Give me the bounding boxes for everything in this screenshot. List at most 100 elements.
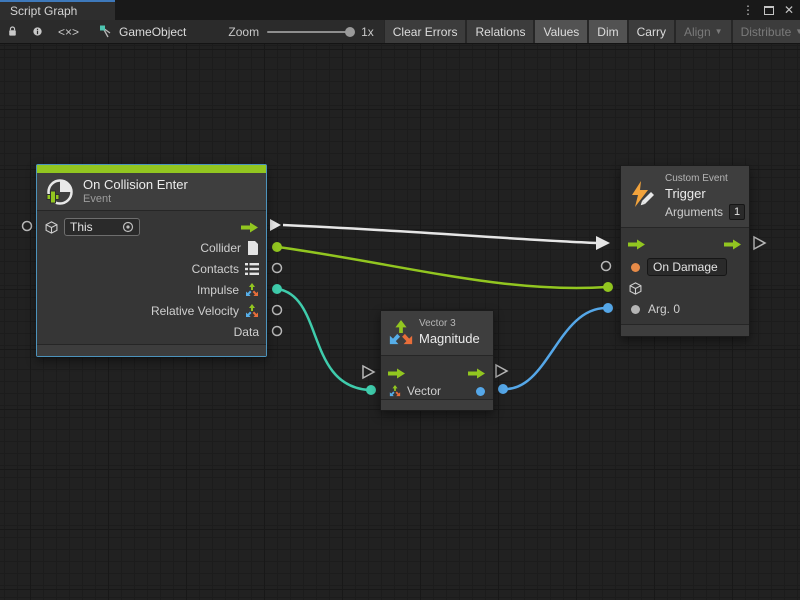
- relations-label: Relations: [475, 25, 525, 39]
- port-data-out[interactable]: [273, 327, 282, 336]
- flow-row: [381, 363, 493, 383]
- chevron-down-icon: ▼: [795, 27, 800, 36]
- value-connection-impulse-to-vector[interactable]: [278, 289, 369, 390]
- port-event-name-in[interactable]: [602, 262, 611, 271]
- event-name-field[interactable]: On Damage: [647, 258, 727, 276]
- port-row-contacts: Contacts: [37, 259, 266, 279]
- arguments-label: Arguments: [665, 205, 723, 219]
- node-footer: [381, 399, 493, 410]
- dim-button[interactable]: Dim: [588, 20, 627, 43]
- port-flow-out-trigger[interactable]: [754, 237, 765, 249]
- event-name-value: On Damage: [653, 260, 718, 274]
- target-object-field[interactable]: This: [64, 218, 140, 236]
- value-connection-magnitude-to-arg0[interactable]: [504, 308, 606, 389]
- vector-input-label: Vector: [407, 384, 441, 398]
- port-row-impulse: Impulse: [37, 280, 266, 300]
- gameobject-cube-icon: [45, 221, 58, 234]
- port-flow-out-collision[interactable]: [270, 219, 281, 231]
- lock-button[interactable]: [0, 20, 25, 43]
- menu-icon[interactable]: ⋮: [742, 3, 754, 17]
- node-trigger-custom-event[interactable]: Custom Event Trigger Arguments 1: [620, 165, 750, 337]
- node-header: Custom Event Trigger Arguments 1: [621, 166, 749, 228]
- distribute-button[interactable]: Distribute ▼: [732, 20, 800, 43]
- carry-label: Carry: [637, 25, 666, 39]
- script-graph-window: Script Graph ⋮ ✕ <×>: [0, 0, 800, 600]
- arg-port-dot[interactable]: [631, 305, 640, 314]
- node-footer: [621, 324, 749, 336]
- arguments-count-value: 1: [734, 206, 740, 218]
- relations-button[interactable]: Relations: [466, 20, 534, 43]
- port-row-data: Data: [37, 322, 266, 342]
- chevron-down-icon: ▼: [715, 27, 723, 36]
- distribute-label: Distribute: [741, 25, 792, 39]
- flow-arrow-icon: [628, 239, 646, 250]
- event-color-bar: [37, 165, 266, 173]
- port-row-relative-velocity: Relative Velocity: [37, 301, 266, 321]
- port-label: Contacts: [192, 262, 239, 276]
- info-icon: [33, 25, 42, 38]
- close-icon[interactable]: ✕: [784, 3, 794, 17]
- port-contacts-out[interactable]: [273, 264, 282, 273]
- zoom-slider[interactable]: [267, 31, 353, 33]
- flow-row: [621, 234, 749, 254]
- node-subtitle: Event: [83, 193, 111, 205]
- target-input-row: This: [37, 217, 266, 237]
- string-port-dot[interactable]: [631, 263, 640, 272]
- node-kind: Vector 3: [419, 318, 456, 329]
- zoom-label: Zoom: [228, 25, 259, 39]
- code-icon: <×>: [58, 25, 79, 39]
- node-header: On Collision Enter Event: [37, 173, 266, 211]
- object-picker-icon[interactable]: [122, 221, 134, 233]
- gameobject-cube-icon: [629, 282, 642, 295]
- port-flow-in-magnitude[interactable]: [363, 366, 374, 378]
- port-arg0-in[interactable]: [603, 303, 613, 313]
- port-impulse-out[interactable]: [272, 284, 282, 294]
- result-port-dot[interactable]: [476, 387, 485, 396]
- port-magnitude-out[interactable]: [498, 384, 508, 394]
- values-button[interactable]: Values: [534, 20, 588, 43]
- gameobject-label: GameObject: [119, 25, 186, 39]
- node-title: Trigger: [665, 186, 706, 201]
- code-preview-button[interactable]: <×>: [50, 20, 87, 43]
- zoom-slider-handle[interactable]: [345, 27, 355, 37]
- maximize-icon[interactable]: [764, 6, 774, 15]
- tab-label: Script Graph: [10, 4, 77, 18]
- port-relative-velocity-out[interactable]: [273, 306, 282, 315]
- port-vector-in[interactable]: [366, 385, 376, 395]
- clear-errors-label: Clear Errors: [393, 25, 458, 39]
- collider-document-icon: [247, 241, 259, 255]
- flow-arrow-icon: [241, 222, 259, 233]
- port-label: Impulse: [197, 283, 239, 297]
- flow-connection-collision-to-trigger[interactable]: [283, 225, 597, 243]
- value-connection-collider-to-target[interactable]: [278, 247, 607, 288]
- flow-arrow-icon: [388, 368, 406, 379]
- vector3-icon: [388, 320, 414, 346]
- align-button[interactable]: Align ▼: [675, 20, 732, 43]
- graph-canvas[interactable]: On Collision Enter Event This: [0, 44, 800, 600]
- vector3-icon: [245, 304, 259, 318]
- custom-event-icon: [629, 180, 657, 208]
- flow-arrow-icon: [724, 239, 742, 250]
- node-vector3-magnitude[interactable]: Vector 3 Magnitude Vector: [380, 310, 494, 411]
- values-label: Values: [543, 25, 579, 39]
- port-flow-out-magnitude[interactable]: [496, 365, 507, 377]
- port-collider-out[interactable]: [272, 242, 282, 252]
- tab-script-graph[interactable]: Script Graph: [0, 0, 115, 20]
- port-label: Data: [234, 325, 259, 339]
- align-label: Align: [684, 25, 711, 39]
- node-title: Magnitude: [419, 331, 480, 346]
- zoom-control: Zoom 1x: [218, 20, 383, 43]
- node-on-collision-enter[interactable]: On Collision Enter Event This: [36, 164, 267, 357]
- target-row: [621, 278, 749, 298]
- port-label: Collider: [200, 241, 241, 255]
- event-name-row: On Damage: [621, 257, 749, 277]
- arg0-row: Arg. 0: [621, 299, 749, 319]
- port-target-in[interactable]: [603, 282, 613, 292]
- port-this-input[interactable]: [23, 222, 32, 231]
- carry-button[interactable]: Carry: [628, 20, 675, 43]
- info-button[interactable]: [25, 20, 50, 43]
- gameobject-button[interactable]: GameObject: [87, 20, 194, 43]
- clear-errors-button[interactable]: Clear Errors: [384, 20, 467, 43]
- graph-pointer-icon: [99, 25, 113, 38]
- arguments-count-field[interactable]: 1: [729, 204, 745, 220]
